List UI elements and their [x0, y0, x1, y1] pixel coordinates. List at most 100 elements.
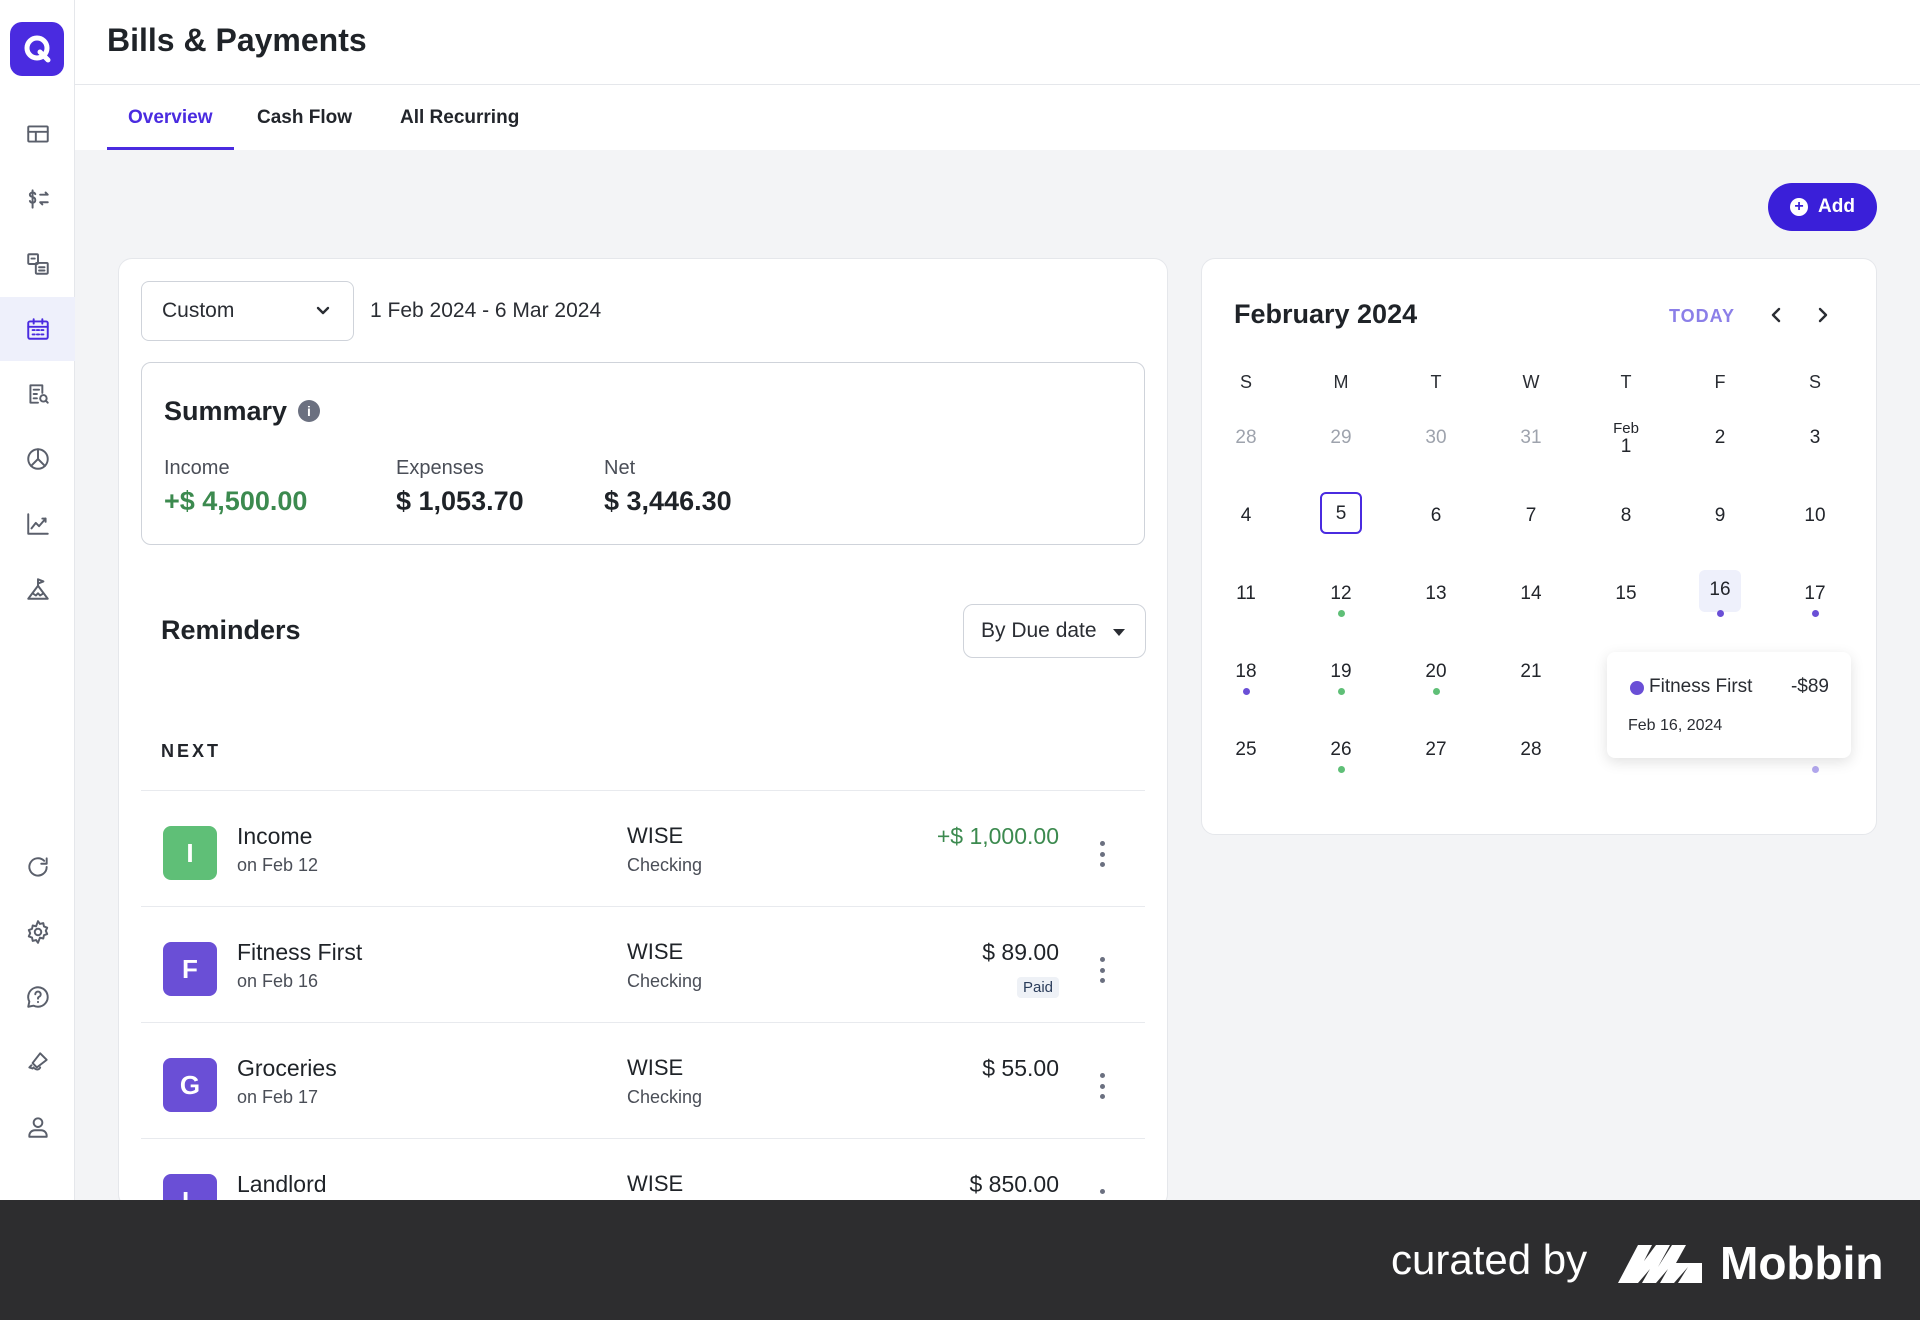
add-button-label: Add: [1818, 196, 1855, 217]
calendar-month-title: February 2024: [1234, 299, 1418, 329]
sidebar-item-profile[interactable]: [0, 1095, 75, 1159]
calendar-day[interactable]: 31: [1501, 414, 1561, 464]
calendar-day[interactable]: 17: [1785, 570, 1845, 620]
day-number: 28: [1520, 739, 1542, 760]
sidebar-item-budget[interactable]: [0, 427, 75, 491]
reminder-row[interactable]: I Income on Feb 12 WISE Checking +$ 1,00…: [141, 790, 1145, 906]
weekday-header: F: [1714, 372, 1726, 392]
settings-gear-icon: [27, 920, 48, 944]
tab-overview[interactable]: Overview: [107, 107, 234, 150]
event-tooltip: Fitness First -$89 Feb 16, 2024: [1607, 652, 1851, 758]
avatar: G: [163, 1058, 217, 1112]
day-number: 9: [1714, 505, 1726, 526]
day-number: 30: [1425, 427, 1447, 448]
calendar-day[interactable]: 8: [1596, 492, 1656, 542]
calendar-day[interactable]: 13: [1406, 570, 1466, 620]
calendar-day[interactable]: Feb 1: [1596, 414, 1656, 464]
summary-expenses: Expenses $ 1,053.70: [396, 457, 524, 517]
calendar-day[interactable]: 20: [1406, 648, 1466, 698]
calendar-day[interactable]: 9: [1690, 492, 1750, 542]
chevron-left-icon: [1771, 307, 1781, 323]
sidebar-item-investments[interactable]: [0, 492, 75, 556]
reminder-amount: $ 55.00: [982, 1055, 1059, 1081]
sidebar-item-settings[interactable]: [0, 900, 75, 964]
sidebar-item-help[interactable]: [0, 965, 75, 1029]
calendar-day[interactable]: 11: [1216, 570, 1276, 620]
page-header: Bills & Payments: [75, 0, 1920, 85]
sidebar-item-notifications[interactable]: [0, 1030, 75, 1094]
reminder-name: Groceries: [237, 1055, 337, 1081]
more-options-icon[interactable]: [1099, 841, 1105, 867]
calendar-day[interactable]: 29: [1311, 414, 1371, 464]
income-value: +$ 4,500.00: [164, 486, 308, 516]
sidebar-item-accounts[interactable]: [0, 232, 75, 296]
more-options-icon[interactable]: [1099, 957, 1105, 983]
sidebar-item-calendar[interactable]: [0, 297, 75, 361]
reminder-row[interactable]: F Fitness First on Feb 16 WISE Checking …: [141, 906, 1145, 1022]
sidebar-item-transactions[interactable]: [0, 167, 75, 231]
tab-cash-flow[interactable]: Cash Flow: [236, 107, 373, 150]
calendar-day[interactable]: 2: [1690, 414, 1750, 464]
sidebar-item-reports[interactable]: [0, 362, 75, 426]
reminder-row[interactable]: G Groceries on Feb 17 WISE Checking $ 55…: [141, 1022, 1145, 1138]
info-icon[interactable]: i: [298, 400, 320, 422]
section-label-next: NEXT: [161, 741, 222, 761]
sort-dropdown[interactable]: By Due date: [963, 604, 1146, 658]
reminder-name: Income: [237, 823, 313, 849]
sidebar-item-dashboard[interactable]: [0, 102, 75, 166]
avatar: I: [163, 826, 217, 880]
date-range-text: 1 Feb 2024 - 6 Mar 2024: [370, 299, 602, 322]
calendar-day[interactable]: 19: [1311, 648, 1371, 698]
day-number: 6: [1430, 505, 1442, 526]
event-dot: [1338, 688, 1345, 695]
calendar-day[interactable]: 18: [1216, 648, 1276, 698]
add-button[interactable]: + Add: [1768, 183, 1877, 231]
day-number: 12: [1330, 583, 1352, 604]
day-number: 13: [1425, 583, 1447, 604]
calendar-day-selected[interactable]: 16: [1690, 570, 1750, 620]
next-month-button[interactable]: [1810, 303, 1834, 327]
calendar-day[interactable]: 15: [1596, 570, 1656, 620]
day-number: 4: [1240, 505, 1252, 526]
transactions-icon: [28, 189, 49, 209]
prev-month-button[interactable]: [1765, 303, 1789, 327]
reminder-row[interactable]: L Landlord WISE $ 850.00: [141, 1138, 1145, 1207]
calendar-day[interactable]: 21: [1501, 648, 1561, 698]
calendar-day[interactable]: 28: [1216, 414, 1276, 464]
plus-circle-icon: +: [1790, 198, 1809, 216]
tab-all-recurring[interactable]: All Recurring: [379, 107, 540, 150]
calendar-day-today[interactable]: 5: [1311, 492, 1371, 542]
calendar-day[interactable]: 30: [1406, 414, 1466, 464]
calendar-day[interactable]: 6: [1406, 492, 1466, 542]
calendar-day[interactable]: 26: [1311, 726, 1371, 776]
calendar-day[interactable]: 14: [1501, 570, 1561, 620]
reminder-account: WISE: [627, 939, 684, 964]
calendar-day[interactable]: 3: [1785, 414, 1845, 464]
sidebar-item-goals[interactable]: [0, 557, 75, 621]
event-dot: [1243, 688, 1250, 695]
sort-dropdown-label: By Due date: [981, 619, 1097, 642]
app-logo[interactable]: [10, 22, 64, 76]
day-number: 27: [1425, 739, 1447, 760]
calendar-day[interactable]: 4: [1216, 492, 1276, 542]
more-options-icon[interactable]: [1099, 1073, 1105, 1099]
calendar-day[interactable]: 12: [1311, 570, 1371, 620]
calendar-day[interactable]: 25: [1216, 726, 1276, 776]
calendar-day[interactable]: 28: [1501, 726, 1561, 776]
brand-name: Mobbin: [1720, 1237, 1884, 1289]
expenses-value: $ 1,053.70: [396, 486, 524, 516]
day-number: 16: [1699, 570, 1741, 612]
calendar-day[interactable]: 27: [1406, 726, 1466, 776]
investments-chart-icon: [26, 513, 49, 535]
calendar-day[interactable]: 7: [1501, 492, 1561, 542]
today-button[interactable]: TODAY: [1669, 306, 1735, 327]
sidebar-item-refresh[interactable]: [0, 835, 75, 899]
weekday-header: T: [1430, 372, 1442, 392]
reminder-amount: $ 89.00: [982, 939, 1059, 965]
date-range-select[interactable]: Custom: [141, 281, 354, 341]
reminder-amount: +$ 1,000.00: [936, 823, 1059, 849]
month-marker: Feb: [1613, 420, 1639, 437]
calendar-day[interactable]: 10: [1785, 492, 1845, 542]
income-label: Income: [164, 457, 230, 479]
day-number: 29: [1330, 427, 1352, 448]
